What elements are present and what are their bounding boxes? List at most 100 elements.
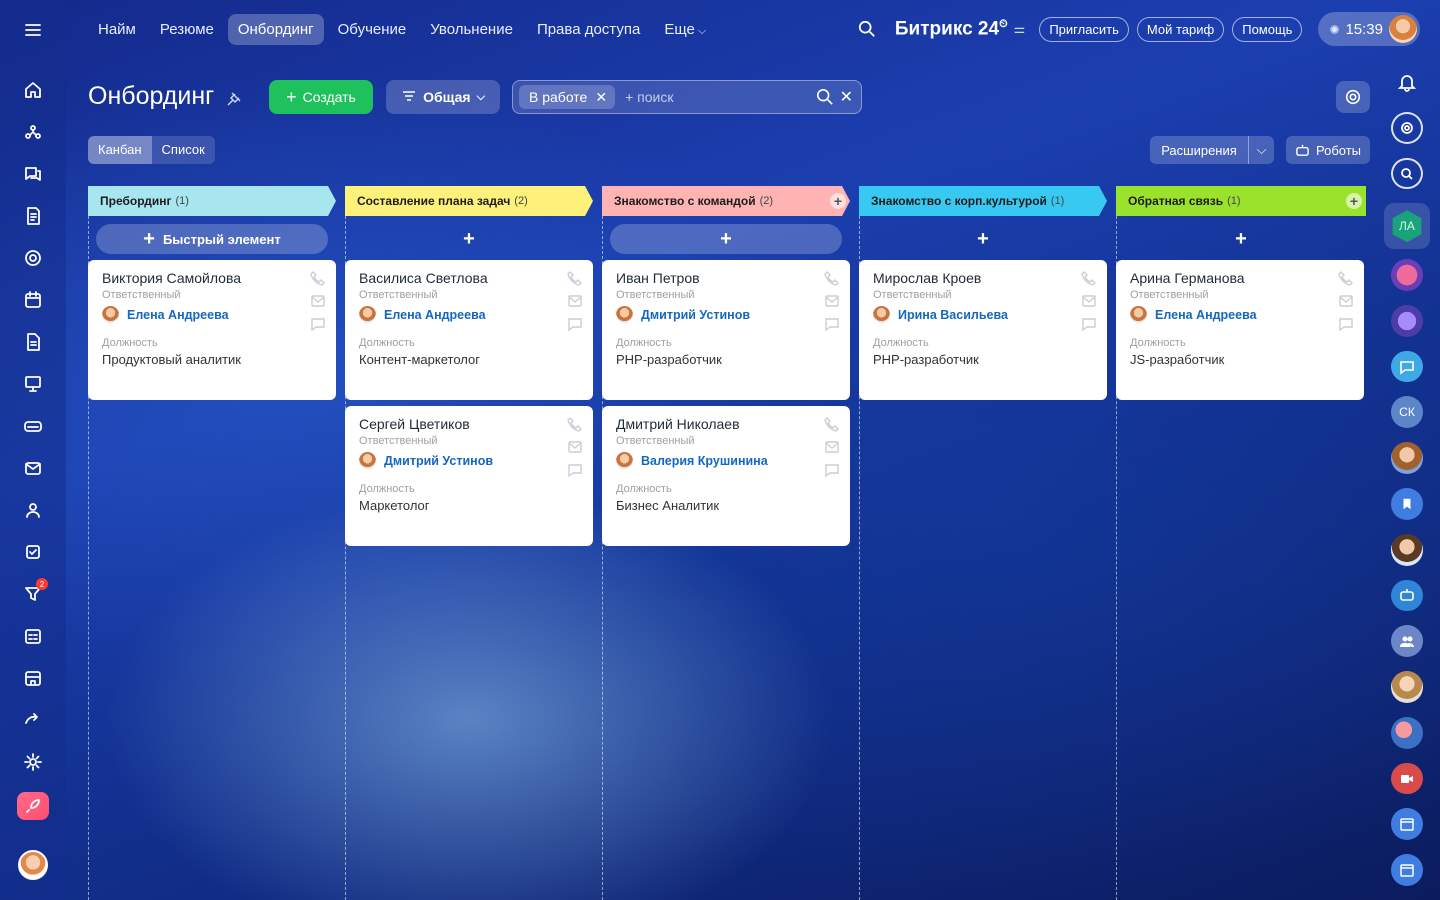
clear-icon[interactable]: ✕ — [840, 87, 853, 107]
menu-icon[interactable] — [15, 12, 51, 48]
calendar-icon[interactable] — [15, 282, 51, 318]
responsible-link[interactable]: Ирина Васильева — [898, 308, 1008, 322]
kanban-card[interactable]: Иван Петров Ответственный Дмитрий Устино… — [602, 260, 850, 400]
quick-add-button[interactable]: + Быстрый элемент — [96, 224, 328, 254]
kanban-card[interactable]: Арина Германова Ответственный Елена Андр… — [1116, 260, 1364, 400]
mail-icon[interactable] — [824, 439, 840, 455]
bot-icon[interactable] — [1391, 579, 1423, 612]
kanban-card[interactable]: Мирослав Кроев Ответственный Ирина Васил… — [859, 260, 1107, 400]
filter-preset-button[interactable]: Общая ⌵ — [386, 80, 500, 114]
sites-icon[interactable] — [15, 240, 51, 276]
search-chat-icon[interactable] — [1391, 157, 1423, 190]
worktime-widget[interactable]: 15:39 — [1318, 12, 1420, 46]
avatar[interactable] — [1391, 304, 1423, 337]
pin-icon[interactable] — [226, 91, 242, 107]
chat-icon[interactable] — [824, 462, 840, 478]
mail-icon[interactable] — [824, 293, 840, 309]
kanban-card[interactable]: Сергей Цветиков Ответственный Дмитрий Ус… — [345, 406, 593, 546]
column-header[interactable]: Знакомство с корп.культурой (1) — [859, 186, 1107, 216]
drive-icon[interactable] — [15, 408, 51, 444]
column-header[interactable]: Обратная связь (1) + — [1116, 186, 1366, 216]
help-button[interactable]: Помощь — [1232, 16, 1303, 42]
responsible-link[interactable]: Валерия Крушинина — [641, 454, 768, 468]
chat-icon[interactable] — [1338, 316, 1354, 332]
quick-add-button[interactable]: + — [867, 224, 1099, 254]
nav-item-hiring[interactable]: Найм — [88, 14, 146, 45]
responsible-link[interactable]: Елена Андреева — [384, 308, 486, 322]
robots-button[interactable]: Роботы — [1286, 136, 1370, 164]
mail-icon[interactable] — [1338, 293, 1354, 309]
view-kanban-tab[interactable]: Канбан — [88, 136, 152, 164]
extensions-button[interactable]: Расширения ⌵ — [1150, 136, 1274, 164]
column-header[interactable]: Составление плана задач (2) — [345, 186, 593, 216]
quick-add-button[interactable]: + — [1124, 224, 1358, 254]
chat-icon[interactable] — [567, 316, 583, 332]
chevron-down-icon[interactable]: ⌵ — [1248, 136, 1274, 164]
chat-icon[interactable] — [15, 156, 51, 192]
crm-icon[interactable] — [15, 114, 51, 150]
tariff-button[interactable]: Мой тариф — [1136, 16, 1225, 42]
phone-icon[interactable] — [567, 270, 583, 286]
nav-item-access[interactable]: Права доступа — [527, 14, 650, 45]
home-icon[interactable] — [15, 72, 51, 108]
responsible-link[interactable]: Елена Андреева — [127, 308, 229, 322]
responsible-link[interactable]: Дмитрий Устинов — [384, 454, 493, 468]
mail-icon[interactable] — [310, 293, 326, 309]
view-list-tab[interactable]: Список — [152, 136, 215, 164]
responsible-link[interactable]: Дмитрий Устинов — [641, 308, 750, 322]
tasks-icon[interactable] — [15, 534, 51, 570]
chat-icon[interactable] — [1081, 316, 1097, 332]
user-avatar[interactable] — [18, 850, 48, 880]
kanban-card[interactable]: Василиса Светлова Ответственный Елена Ан… — [345, 260, 593, 400]
nav-item-dismissal[interactable]: Увольнение — [420, 14, 523, 45]
automation-icon[interactable] — [15, 702, 51, 738]
video-call-icon[interactable] — [1391, 762, 1423, 795]
phone-icon[interactable] — [310, 270, 326, 286]
quick-add-button[interactable]: + — [610, 224, 842, 254]
responsible-link[interactable]: Елена Андреева — [1155, 308, 1257, 322]
quick-add-button[interactable]: + — [353, 224, 585, 254]
contact-ск[interactable]: СК — [1391, 396, 1423, 429]
phone-icon[interactable] — [1338, 270, 1354, 286]
bell-icon[interactable] — [1391, 66, 1423, 98]
avatar[interactable] — [1391, 716, 1423, 749]
contact-group-ла[interactable]: ЛА — [1384, 203, 1430, 250]
calendar-icon[interactable] — [1391, 854, 1423, 887]
close-icon[interactable]: ✕ — [595, 89, 607, 106]
avatar[interactable] — [1391, 442, 1423, 474]
funnel-icon[interactable]: 2 — [15, 576, 51, 612]
mail-icon[interactable] — [567, 293, 583, 309]
search-icon[interactable] — [855, 17, 879, 41]
message-icon[interactable] — [1391, 350, 1423, 383]
file-icon[interactable] — [15, 324, 51, 360]
column-header[interactable]: Знакомство с командой (2) + — [602, 186, 850, 216]
target-icon[interactable] — [1391, 111, 1423, 144]
chat-icon[interactable] — [310, 316, 326, 332]
search-filter-box[interactable]: В работе ✕ ✕ — [512, 80, 862, 114]
add-stage-icon[interactable]: + — [1346, 193, 1362, 209]
phone-icon[interactable] — [824, 416, 840, 432]
create-button[interactable]: + Создать — [269, 80, 373, 114]
nav-item-more[interactable]: Еще — [654, 14, 716, 45]
rocket-icon[interactable] — [17, 792, 49, 820]
brand-settings-icon[interactable]: ⚌ — [1014, 21, 1026, 37]
group-icon[interactable] — [1391, 625, 1423, 658]
phone-icon[interactable] — [1081, 270, 1097, 286]
mail-icon[interactable] — [1081, 293, 1097, 309]
nav-item-training[interactable]: Обучение — [328, 14, 417, 45]
team-icon[interactable] — [15, 492, 51, 528]
kanban-card[interactable]: Дмитрий Николаев Ответственный Валерия К… — [602, 406, 850, 546]
chat-icon[interactable] — [567, 462, 583, 478]
kanban-card[interactable]: Виктория Самойлова Ответственный Елена А… — [88, 260, 336, 400]
profile-avatar[interactable] — [1389, 15, 1417, 43]
column-header[interactable]: Пребординг (1) — [88, 186, 336, 216]
chat-icon[interactable] — [824, 316, 840, 332]
store-icon[interactable] — [15, 660, 51, 696]
phone-icon[interactable] — [567, 416, 583, 432]
filter-tag[interactable]: В работе ✕ — [519, 85, 616, 109]
board-settings-button[interactable] — [1336, 81, 1370, 113]
bookmark-icon[interactable] — [1391, 488, 1423, 520]
add-stage-icon[interactable]: + — [830, 193, 846, 209]
avatar[interactable] — [1391, 671, 1423, 703]
search-icon[interactable] — [816, 88, 834, 106]
